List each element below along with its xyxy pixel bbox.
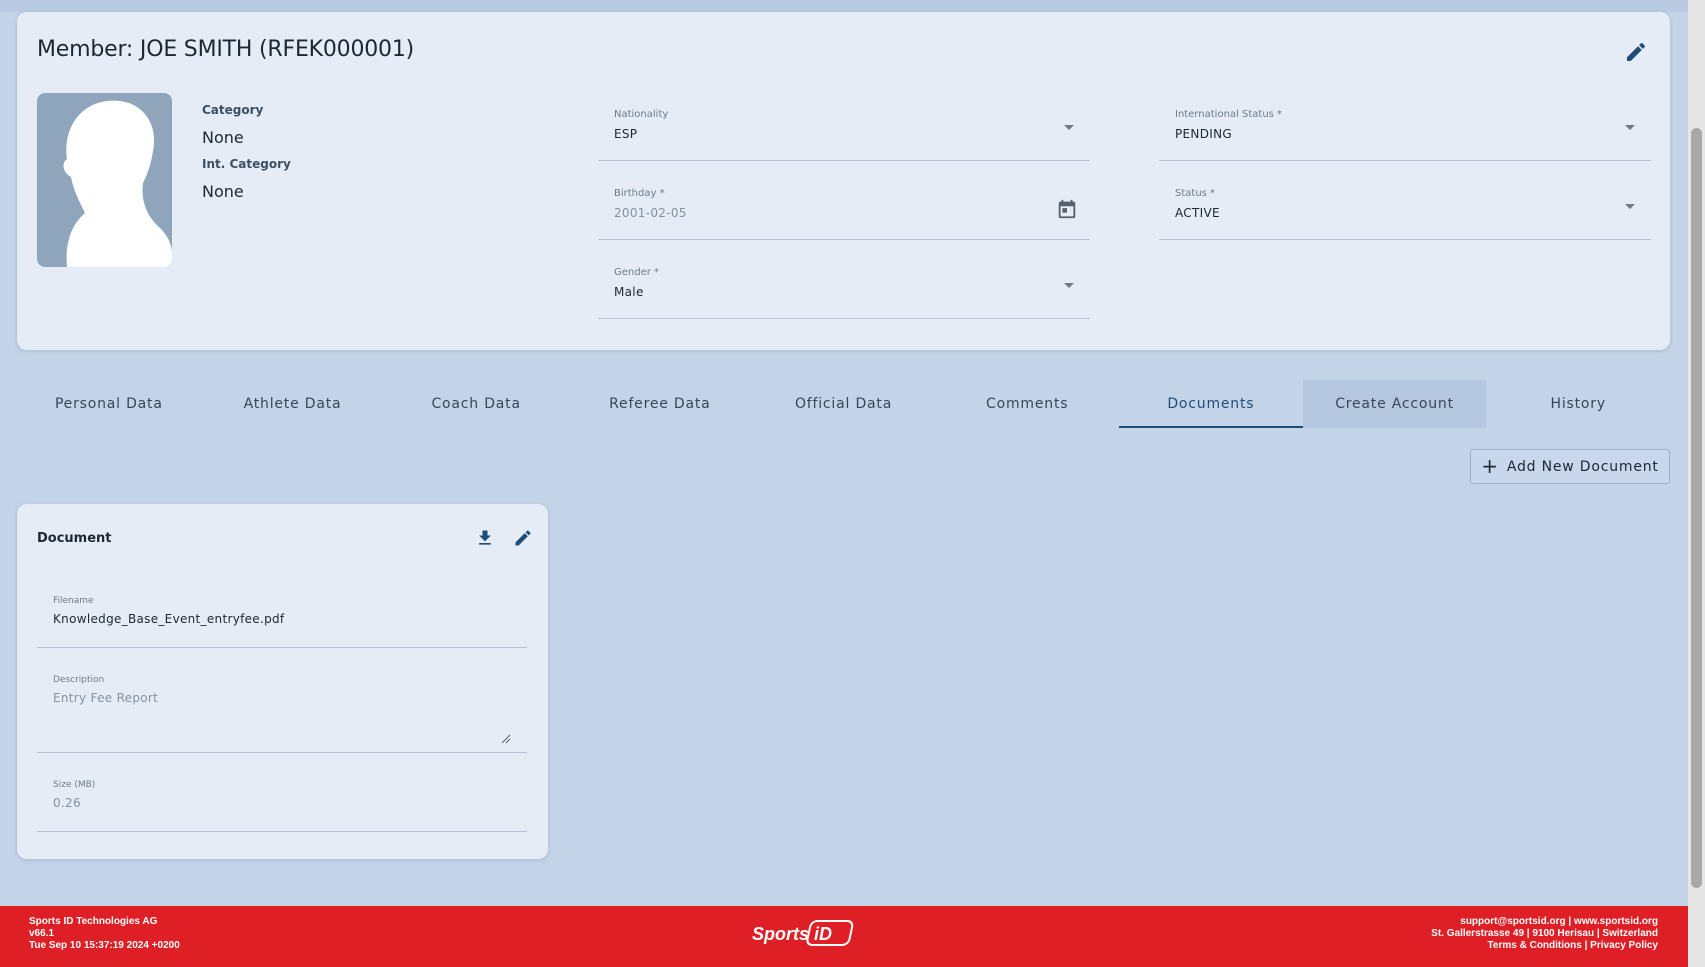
page-title: Member: JOE SMITH (RFEK000001) — [37, 37, 415, 62]
footer-left: Sports ID Technologies AG v66.1 Tue Sep … — [29, 916, 180, 952]
calendar-icon[interactable] — [1056, 198, 1078, 220]
int-category-value: None — [202, 182, 244, 201]
tab-history[interactable]: History — [1486, 380, 1670, 428]
download-icon — [479, 530, 491, 545]
footer-link-separator: | — [1581, 940, 1591, 951]
footer-right: support@sportsid.org | www.sportsid.org … — [1431, 916, 1658, 952]
download-button[interactable] — [475, 528, 495, 548]
footer-contact[interactable]: support@sportsid.org | www.sportsid.org — [1431, 916, 1658, 928]
tab-documents[interactable]: Documents — [1119, 380, 1303, 428]
size-value: 0.26 — [53, 796, 81, 810]
birthday-value: 2001-02-05 — [614, 206, 687, 220]
category-value: None — [202, 128, 244, 147]
international-status-label: International Status * — [1175, 109, 1283, 120]
filename-label: Filename — [53, 596, 94, 606]
birthday-label: Birthday * — [614, 188, 665, 199]
status-select[interactable]: Status * ACTIVE — [1159, 176, 1651, 240]
footer-company: Sports ID Technologies AG — [29, 916, 158, 927]
person-silhouette-icon — [63, 100, 172, 267]
tab-official-data[interactable]: Official Data — [752, 380, 936, 428]
add-new-document-label: Add New Document — [1506, 458, 1659, 475]
footer-links: Terms & Conditions | Privacy Policy — [1431, 940, 1658, 952]
caret-down-icon — [1064, 125, 1074, 130]
avatar — [37, 93, 172, 267]
filename-field[interactable]: Filename Knowledge_Base_Event_entryfee.p… — [37, 584, 527, 648]
gender-value: Male — [614, 285, 644, 299]
size-field: Size (MB) 0.26 — [37, 768, 527, 832]
tab-comments[interactable]: Comments — [935, 380, 1119, 428]
gender-label: Gender * — [614, 267, 660, 278]
pencil-icon — [1627, 42, 1646, 61]
status-label: Status * — [1175, 188, 1216, 199]
sportsid-logo: Sports iD — [752, 918, 858, 950]
edit-member-button[interactable] — [1624, 40, 1648, 64]
filename-value: Knowledge_Base_Event_entryfee.pdf — [53, 612, 285, 626]
document-title: Document — [37, 531, 112, 546]
description-label: Description — [53, 675, 105, 685]
member-card: Member: JOE SMITH (RFEK000001) Category … — [17, 12, 1670, 350]
gender-select[interactable]: Gender * Male — [598, 255, 1090, 319]
page-scrollbar[interactable] — [1688, 0, 1705, 967]
int-category-label: Int. Category — [202, 157, 291, 171]
tab-create-account[interactable]: Create Account — [1302, 380, 1487, 428]
status-value: ACTIVE — [1175, 206, 1220, 220]
international-status-select[interactable]: International Status * PENDING — [1159, 97, 1651, 161]
nationality-value: ESP — [614, 127, 638, 141]
description-field[interactable]: Description Entry Fee Report — [37, 663, 527, 753]
scrollbar-thumb[interactable] — [1691, 128, 1702, 888]
terms-link[interactable]: Terms & Conditions — [1488, 940, 1582, 951]
tab-referee-data[interactable]: Referee Data — [568, 380, 752, 428]
add-new-document-button[interactable]: + Add New Document — [1470, 449, 1670, 484]
resize-handle-icon[interactable] — [501, 734, 511, 744]
caret-down-icon — [1625, 204, 1635, 209]
plus-icon: + — [1481, 453, 1499, 478]
document-card: Document Filename Knowledge_Base_Event_e… — [17, 504, 548, 859]
caret-down-icon — [1064, 283, 1074, 288]
privacy-link[interactable]: Privacy Policy — [1590, 940, 1658, 951]
international-status-value: PENDING — [1175, 127, 1232, 141]
pencil-icon — [515, 530, 531, 546]
top-strip — [0, 0, 1690, 12]
size-label: Size (MB) — [53, 780, 96, 790]
tab-personal-data[interactable]: Personal Data — [17, 380, 201, 428]
nationality-label: Nationality — [614, 109, 669, 120]
birthday-field[interactable]: Birthday * 2001-02-05 — [598, 176, 1090, 240]
footer-address: St. Gallerstrasse 49 | 9100 Herisau | Sw… — [1431, 928, 1658, 939]
category-label: Category — [202, 103, 264, 117]
footer: Sports ID Technologies AG v66.1 Tue Sep … — [0, 906, 1688, 967]
description-value: Entry Fee Report — [53, 691, 159, 705]
svg-text:Sports iD: Sports iD — [752, 924, 832, 944]
tab-athlete-data[interactable]: Athlete Data — [201, 380, 385, 428]
tab-coach-data[interactable]: Coach Data — [384, 380, 568, 428]
footer-version: v66.1 — [29, 928, 55, 939]
edit-document-button[interactable] — [513, 528, 533, 548]
caret-down-icon — [1625, 125, 1635, 130]
tab-bar: Personal Data Athlete Data Coach Data Re… — [17, 380, 1670, 428]
nationality-select[interactable]: Nationality ESP — [598, 97, 1090, 161]
footer-build-date: Tue Sep 10 15:37:19 2024 +0200 — [29, 940, 180, 951]
